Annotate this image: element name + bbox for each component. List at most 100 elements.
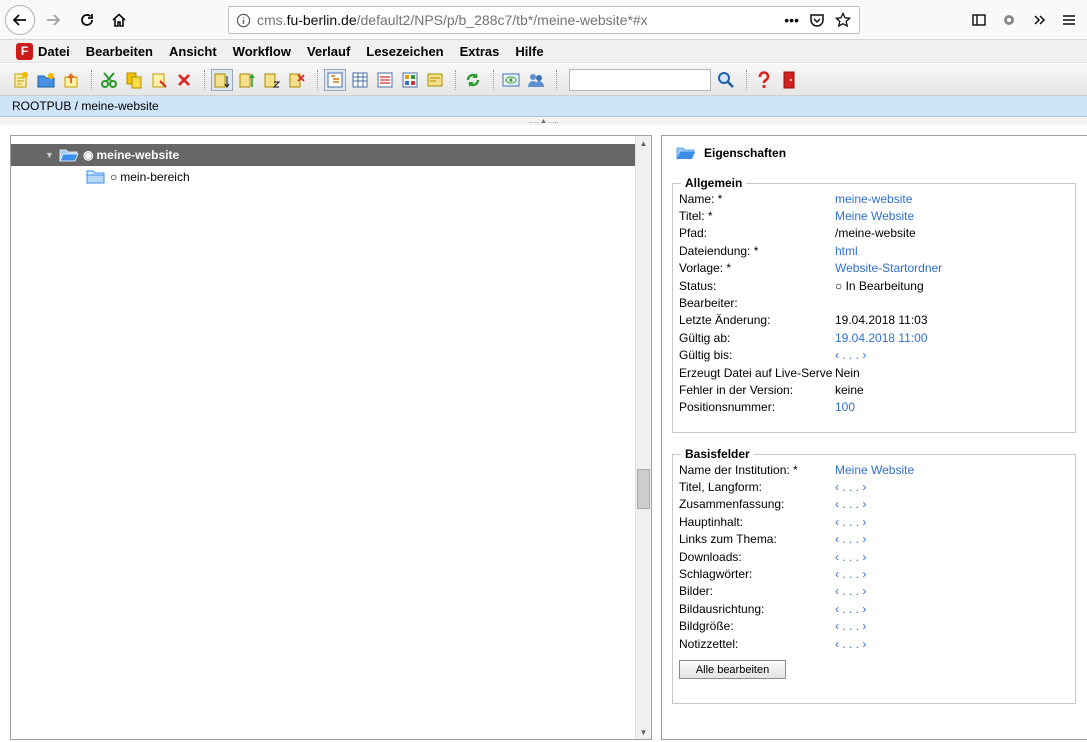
property-value[interactable]: ‹ . . . › xyxy=(835,515,1069,529)
search-button[interactable] xyxy=(715,69,737,91)
hamburger-menu-icon[interactable] xyxy=(1061,12,1077,28)
tree-panel: ▼ ◉ meine-website ○ mein-bereich ▲ ▼ xyxy=(10,135,652,740)
tree-view-icon xyxy=(327,72,343,87)
menu-workflow[interactable]: Workflow xyxy=(233,44,291,59)
property-value[interactable]: Website-Startordner xyxy=(835,261,1069,275)
sort-up-button[interactable] xyxy=(236,69,258,91)
scroll-up-arrow-icon[interactable]: ▲ xyxy=(636,136,651,150)
property-value[interactable]: ‹ . . . › xyxy=(835,619,1069,633)
property-label: Positionsnummer: xyxy=(679,400,776,415)
address-bar[interactable]: cms.fu-berlin.de/default2/NPS/p/b_288c7/… xyxy=(228,6,860,34)
reload-button[interactable] xyxy=(72,5,102,35)
refresh-button[interactable] xyxy=(462,69,484,91)
scroll-down-arrow-icon[interactable]: ▼ xyxy=(636,725,651,739)
tree-node-status-icon: ◉ xyxy=(83,148,94,162)
upload-button[interactable] xyxy=(60,69,82,91)
help-button[interactable] xyxy=(753,69,775,91)
tree-node-status-icon: ○ xyxy=(110,170,118,184)
app-toolbar xyxy=(0,64,1087,96)
menu-datei[interactable]: Datei xyxy=(38,44,70,59)
property-value: /meine-website xyxy=(835,226,916,241)
collapse-triangle-icon[interactable]: ▼ xyxy=(45,150,59,160)
view-tree-button[interactable] xyxy=(324,68,346,91)
home-button[interactable] xyxy=(104,5,134,35)
property-row: Bilder: ‹ . . . › xyxy=(679,583,1069,600)
property-value[interactable]: ‹ . . . › xyxy=(835,567,1069,581)
menu-ansicht[interactable]: Ansicht xyxy=(169,44,217,59)
extension-gear-icon[interactable] xyxy=(1001,12,1017,28)
property-row: Gültig ab: 19.04.2018 11:00 xyxy=(679,329,1069,346)
url-text[interactable]: cms.fu-berlin.de/default2/NPS/p/b_288c7/… xyxy=(257,12,784,28)
property-row: Titel: * Meine Website xyxy=(679,207,1069,224)
sort-z-icon xyxy=(264,73,281,88)
view-list-button[interactable] xyxy=(374,69,396,91)
copy-button[interactable] xyxy=(123,69,145,91)
sort-remove-button[interactable] xyxy=(286,69,308,91)
forward-button[interactable] xyxy=(38,5,68,35)
overflow-chevron-icon[interactable] xyxy=(1031,12,1047,28)
property-value[interactable]: ‹ . . . › xyxy=(835,497,1069,511)
property-label: Downloads: xyxy=(679,549,742,564)
new-document-button[interactable] xyxy=(10,69,32,91)
property-value[interactable]: Meine Website xyxy=(835,463,1069,477)
back-button[interactable] xyxy=(5,5,35,35)
bookmark-star-icon[interactable] xyxy=(835,12,851,28)
page-actions-icon[interactable]: ••• xyxy=(784,12,799,28)
tree-node-label: meine-website xyxy=(96,148,180,162)
menu-verlauf[interactable]: Verlauf xyxy=(307,44,350,59)
property-label: Status: xyxy=(679,278,717,293)
delete-button[interactable] xyxy=(173,69,195,91)
property-value[interactable]: ‹ . . . › xyxy=(835,602,1069,616)
breadcrumb-path[interactable]: ROOTPUB / meine-website xyxy=(12,99,159,113)
property-value[interactable]: ‹ . . . › xyxy=(835,532,1069,546)
edit-all-button[interactable]: Alle bearbeiten xyxy=(679,660,786,680)
menu-extras[interactable]: Extras xyxy=(460,44,500,59)
new-folder-button[interactable] xyxy=(35,69,57,91)
general-group: Allgemein Name: * meine-website Titel: * Me… xyxy=(672,176,1076,433)
property-value[interactable]: ‹ . . . › xyxy=(835,348,1069,362)
sidebar-icon[interactable] xyxy=(971,12,987,28)
users-icon xyxy=(528,73,544,87)
view-preview-button[interactable] xyxy=(424,69,446,91)
property-value[interactable]: ‹ . . . › xyxy=(835,637,1069,651)
property-value[interactable]: ‹ . . . › xyxy=(835,550,1069,564)
property-value[interactable]: html xyxy=(835,244,1069,258)
tree-scrollbar[interactable]: ▲ ▼ xyxy=(635,136,651,739)
delete-x-icon xyxy=(178,73,190,86)
pocket-icon[interactable] xyxy=(809,12,825,28)
logout-button[interactable] xyxy=(778,69,800,91)
property-value[interactable]: 100 xyxy=(835,400,1069,414)
scroll-thumb[interactable] xyxy=(637,469,650,509)
tree-node-mein-bereich[interactable]: ○ mein-bereich xyxy=(86,166,190,188)
property-value[interactable]: ‹ . . . › xyxy=(835,480,1069,494)
preview-eye-button[interactable] xyxy=(500,69,522,91)
sort-z-button[interactable] xyxy=(261,69,283,91)
grid-view-icon xyxy=(402,72,418,87)
arrow-right-icon xyxy=(47,14,61,26)
view-grid-button[interactable] xyxy=(399,69,421,91)
menu-hilfe[interactable]: Hilfe xyxy=(515,44,543,59)
cut-button[interactable] xyxy=(98,69,120,91)
sort-az-icon xyxy=(214,73,230,88)
scissors-icon xyxy=(101,71,117,88)
property-value[interactable]: ‹ . . . › xyxy=(835,584,1069,598)
panel-splitter[interactable]: ..... ▲ ..... xyxy=(0,117,1087,125)
search-input[interactable] xyxy=(569,68,711,91)
property-value[interactable]: Meine Website xyxy=(835,209,1069,223)
menu-bearbeiten[interactable]: Bearbeiten xyxy=(86,44,153,59)
property-value[interactable]: meine-website xyxy=(835,192,1069,206)
tree-node-meine-website[interactable]: ▼ ◉ meine-website xyxy=(11,144,637,166)
site-info-icon[interactable] xyxy=(229,13,257,28)
property-label: Hauptinhalt: xyxy=(679,514,744,529)
paste-icon xyxy=(152,73,167,88)
app-menubar: F Datei Bearbeiten Ansicht Workflow Verl… xyxy=(0,40,1087,63)
users-button[interactable] xyxy=(525,69,547,91)
property-value[interactable]: 19.04.2018 11:00 xyxy=(835,331,1069,345)
property-row: Titel, Langform: ‹ . . . › xyxy=(679,478,1069,495)
list-view-icon xyxy=(377,72,393,87)
paste-button[interactable] xyxy=(148,69,170,91)
menu-lesezeichen[interactable]: Lesezeichen xyxy=(366,44,443,59)
reload-icon xyxy=(81,14,93,26)
view-columns-button[interactable] xyxy=(349,69,371,91)
sort-asc-button[interactable] xyxy=(211,68,233,91)
